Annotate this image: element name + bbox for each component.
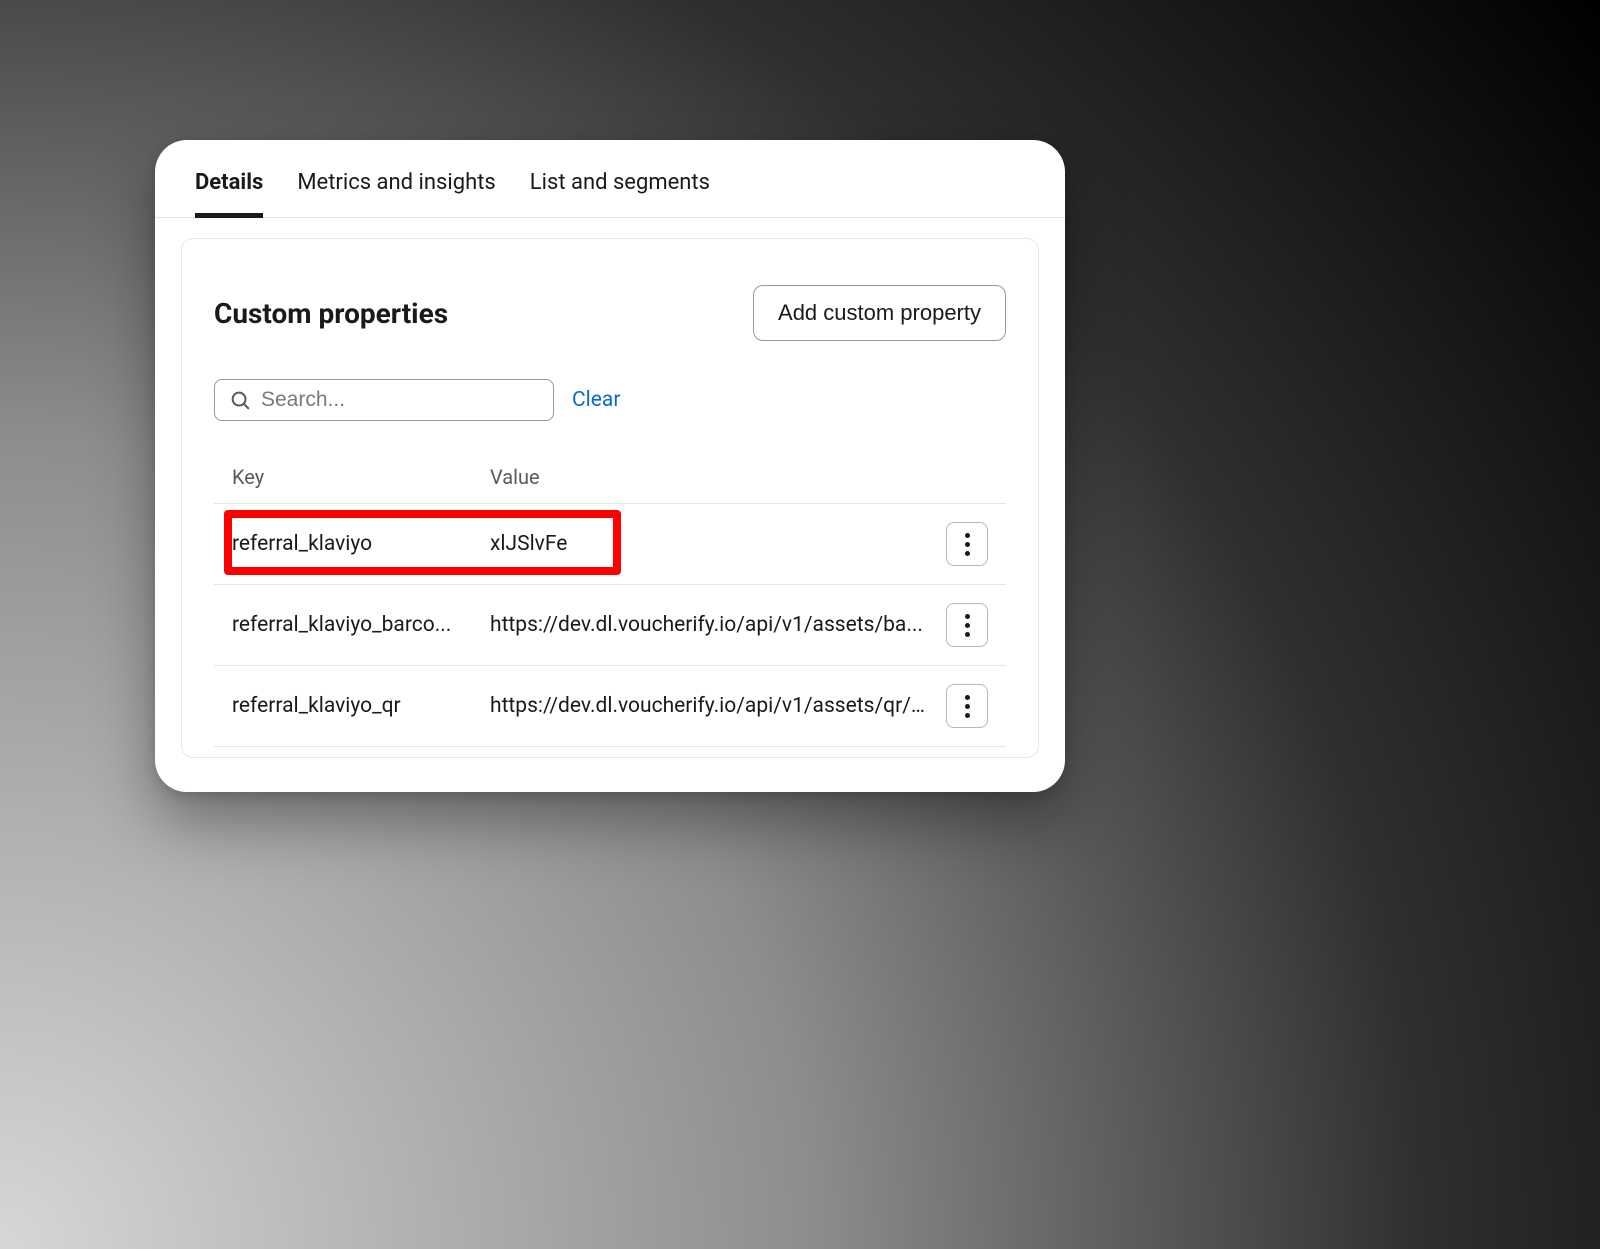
table-row: referral_klaviyo_qr https://dev.dl.vouch… (214, 666, 1006, 747)
tab-lists[interactable]: List and segments (530, 170, 710, 217)
add-custom-property-button[interactable]: Add custom property (753, 285, 1006, 341)
tab-bar: Details Metrics and insights List and se… (155, 140, 1065, 218)
row-actions-button[interactable] (946, 603, 988, 647)
tab-metrics[interactable]: Metrics and insights (297, 170, 495, 217)
cell-value: https://dev.dl.voucherify.io/api/v1/asse… (490, 613, 942, 637)
app-window: Details Metrics and insights List and se… (155, 140, 1065, 792)
search-row: Clear (214, 379, 1006, 421)
cell-key: referral_klaviyo (232, 532, 490, 556)
clear-search-link[interactable]: Clear (572, 388, 620, 412)
column-header-value: Value (490, 465, 942, 489)
panel-title: Custom properties (214, 297, 448, 330)
table-header: Key Value (214, 451, 1006, 504)
table-row: referral_klaviyo_barco... https://dev.dl… (214, 585, 1006, 666)
search-box[interactable] (214, 379, 554, 421)
custom-properties-panel: Custom properties Add custom property Cl… (181, 238, 1039, 758)
tab-details[interactable]: Details (195, 170, 263, 217)
column-header-key: Key (232, 465, 490, 489)
search-icon (229, 389, 251, 411)
cell-key: referral_klaviyo_qr (232, 694, 490, 718)
cell-value: https://dev.dl.voucherify.io/api/v1/asse… (490, 694, 942, 718)
row-actions-button[interactable] (946, 684, 988, 728)
table-row: referral_klaviyo xlJSlvFe (214, 504, 1006, 585)
properties-table: Key Value referral_klaviyo xlJSlvFe refe… (214, 451, 1006, 747)
column-header-actions (942, 465, 988, 489)
panel-header: Custom properties Add custom property (214, 285, 1006, 341)
cell-key: referral_klaviyo_barco... (232, 613, 490, 637)
search-input[interactable] (261, 388, 539, 412)
cell-value: xlJSlvFe (490, 532, 942, 556)
row-actions-button[interactable] (946, 522, 988, 566)
